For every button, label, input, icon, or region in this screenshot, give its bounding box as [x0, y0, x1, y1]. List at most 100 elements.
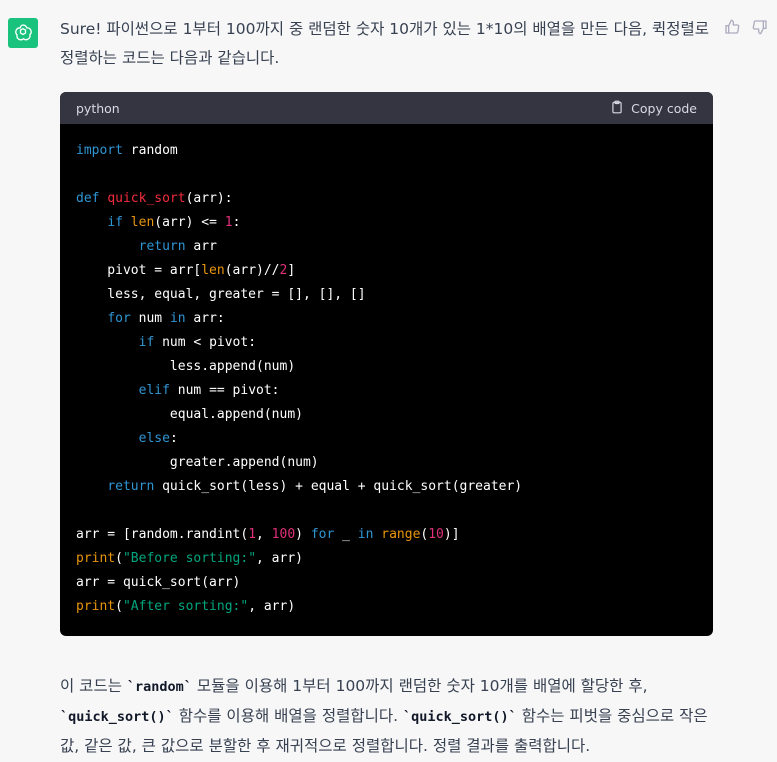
inline-code: `quick_sort()`	[60, 709, 174, 725]
code-token: ,	[256, 527, 272, 542]
code-token: 1	[224, 215, 233, 230]
code-token: print	[76, 551, 116, 566]
code-content: import random def quick_sort(arr): if len…	[60, 124, 713, 619]
code-token: elif	[138, 383, 170, 398]
code-token: "After sorting:"	[122, 599, 249, 614]
code-token: pivot = arr[	[76, 263, 202, 278]
code-token: :	[232, 215, 241, 230]
code-token: (	[115, 599, 123, 614]
code-line: print("After sorting:", arr)	[76, 595, 697, 619]
code-token: len	[130, 215, 155, 230]
inline-code: `random`	[126, 679, 192, 695]
code-token: in	[357, 527, 374, 542]
inline-code: `quick_sort()`	[403, 709, 517, 725]
code-token: arr:	[185, 311, 225, 326]
code-token: num < pivot:	[154, 335, 257, 350]
code-token: arr = quick_sort(arr)	[76, 575, 241, 590]
code-token: "Before sorting:"	[122, 551, 257, 566]
code-line: if num < pivot:	[76, 331, 697, 355]
code-token: _	[334, 527, 358, 542]
code-token: :	[169, 431, 178, 446]
code-token: 1	[248, 527, 257, 542]
code-token: arr = [random.randint(	[76, 527, 249, 542]
code-token: , arr)	[256, 551, 303, 566]
code-token: (arr)//	[224, 263, 280, 278]
code-token: greater.append(num)	[76, 455, 319, 470]
code-line: pivot = arr[len(arr)//2]	[76, 259, 697, 283]
code-token: return	[107, 479, 155, 494]
code-token: if	[138, 335, 155, 350]
thumbs-down-icon[interactable]	[751, 18, 769, 36]
code-token: (arr):	[185, 191, 233, 206]
outro-text: 이 코드는 `random` 모듈을 이용해 1부터 100까지 랜덤한 숫자 …	[60, 672, 715, 761]
code-token: 100	[271, 527, 296, 542]
thumbs-up-icon[interactable]	[723, 18, 741, 36]
code-token: )	[295, 527, 311, 542]
copy-code-button[interactable]: Copy code	[610, 100, 697, 117]
code-token: import	[76, 143, 123, 158]
code-token: quick_sort	[107, 191, 186, 206]
code-language-label: python	[76, 100, 120, 116]
code-line: if len(arr) <= 1:	[76, 211, 697, 235]
code-token: len	[201, 263, 225, 278]
code-token: arr	[185, 239, 217, 254]
feedback-buttons	[723, 18, 769, 36]
code-line: print("Before sorting:", arr)	[76, 547, 697, 571]
code-line: return quick_sort(less) + equal + quick_…	[76, 475, 697, 499]
code-token: print	[76, 599, 116, 614]
code-token: return	[138, 239, 186, 254]
code-token: random	[122, 143, 178, 158]
code-token: else	[138, 431, 170, 446]
code-token: (arr) <=	[154, 215, 225, 230]
code-token: equal.append(num)	[76, 407, 303, 422]
code-line: arr = quick_sort(arr)	[76, 571, 697, 595]
code-token: for	[310, 527, 335, 542]
code-token: num == pivot:	[169, 383, 280, 398]
outro-text-segment: 이 코드는	[60, 677, 127, 695]
code-token: , arr)	[248, 599, 296, 614]
code-token: range	[381, 527, 421, 542]
code-token: less.append(num)	[76, 359, 296, 374]
code-token: ]	[287, 263, 296, 278]
code-block: python Copy code import random def quick_…	[60, 92, 713, 636]
code-token: quick_sort(less) + equal + quick_sort(gr…	[154, 479, 523, 494]
code-line: def quick_sort(arr):	[76, 187, 697, 211]
code-token: in	[169, 311, 186, 326]
code-token: num	[130, 311, 170, 326]
intro-text: Sure! 파이썬으로 1부터 100까지 중 랜덤한 숫자 10개가 있는 1…	[60, 20, 709, 67]
outro-text-segment: 함수를 이용해 배열을 정렬합니다.	[173, 707, 403, 725]
code-token: 10	[428, 527, 444, 542]
code-token: def	[76, 191, 100, 206]
code-line: less.append(num)	[76, 355, 697, 379]
code-line: for num in arr:	[76, 307, 697, 331]
code-line: greater.append(num)	[76, 451, 697, 475]
code-block-header: python Copy code	[60, 92, 713, 124]
code-token: less, equal, greater = [], [], []	[76, 287, 366, 302]
code-line: arr = [random.randint(1, 100) for _ in r…	[76, 523, 697, 547]
code-line: less, equal, greater = [], [], []	[76, 283, 697, 307]
code-line: else:	[76, 427, 697, 451]
code-line: elif num == pivot:	[76, 379, 697, 403]
outro-text-segment: 모듈을 이용해 1부터 100까지 랜덤한 숫자 10개를 배열에 할당한 후,	[191, 677, 648, 695]
code-line: equal.append(num)	[76, 403, 697, 427]
openai-logo-icon	[8, 18, 38, 48]
code-line: import random	[76, 139, 697, 163]
clipboard-icon	[610, 100, 624, 117]
code-token: if	[107, 215, 123, 230]
copy-code-label: Copy code	[631, 100, 697, 116]
code-line: return arr	[76, 235, 697, 259]
assistant-message: Sure! 파이썬으로 1부터 100까지 중 랜덤한 숫자 10개가 있는 1…	[0, 0, 777, 762]
code-token: for	[107, 311, 131, 326]
code-token: )]	[443, 527, 460, 542]
code-token: (	[115, 551, 123, 566]
